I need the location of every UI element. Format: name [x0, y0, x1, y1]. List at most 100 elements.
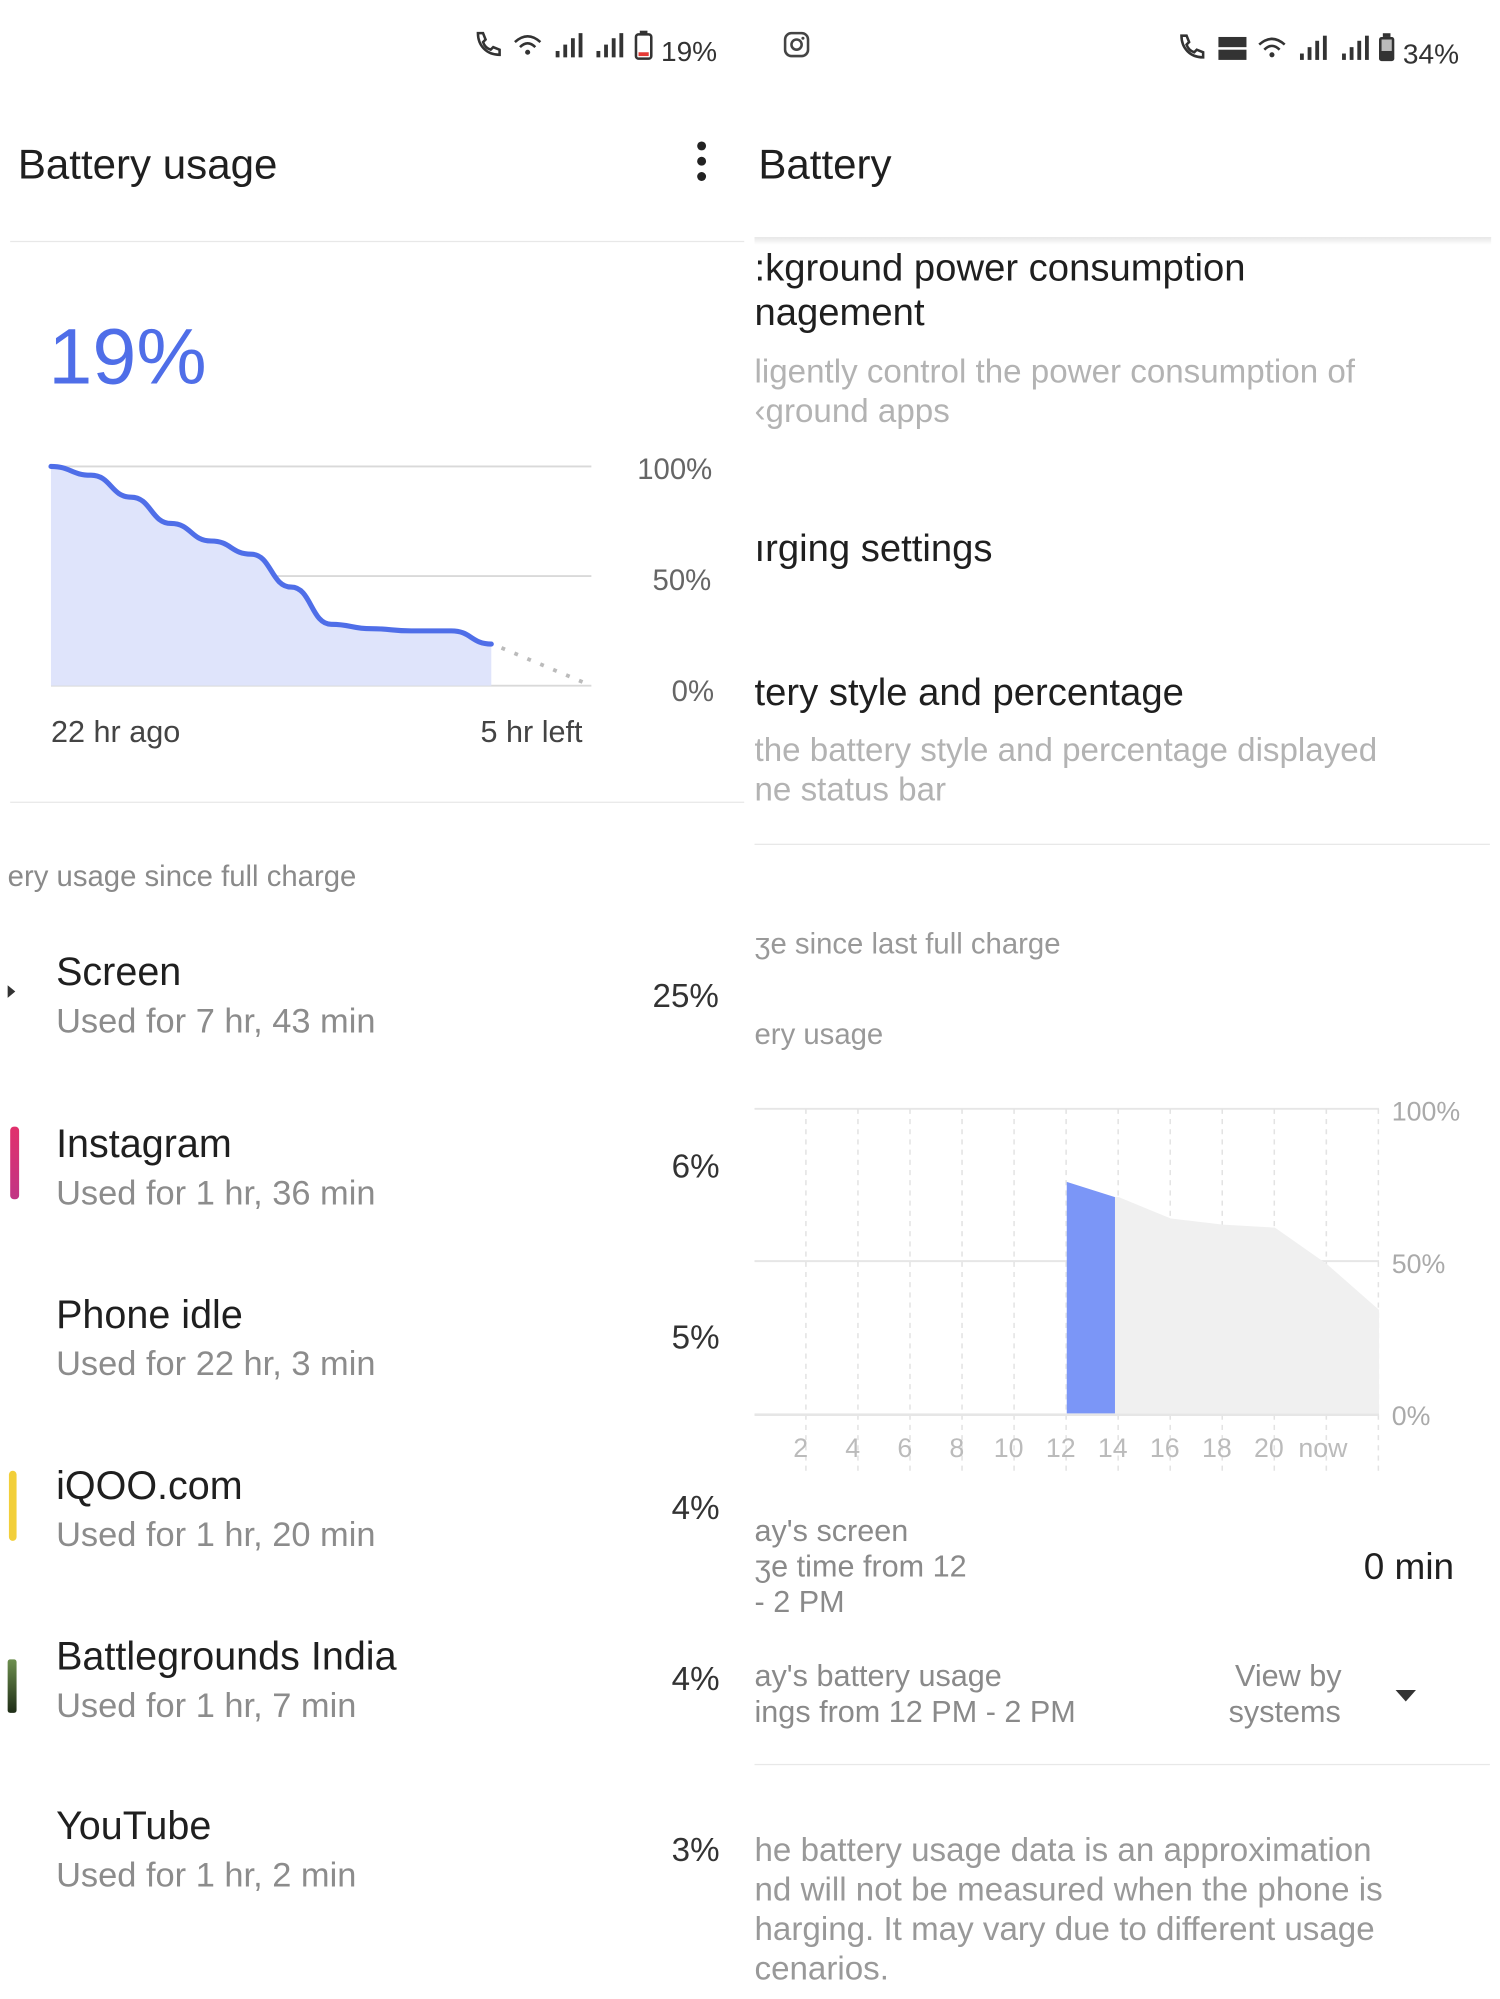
battery-settings-panel: 34% Battery :kground power consumption n… [754, 0, 1500, 1999]
app-usage: Used for 22 hr, 3 min [56, 1344, 376, 1383]
app-percent: 5% [671, 1317, 720, 1357]
screen-time-value: 0 min [1363, 1547, 1455, 1589]
footer-divider [754, 1763, 1490, 1766]
list-item[interactable]: iQOO.com Used for 1 hr, 20 min 4% [0, 1463, 744, 1565]
instagram-notification-icon [783, 31, 811, 65]
signal-icon-2 [1336, 33, 1369, 71]
disclaimer-text: he battery usage data is an approximatio… [755, 1830, 1383, 1988]
app-percent: 4% [671, 1659, 720, 1698]
dropdown-arrow-icon [1395, 1689, 1416, 1702]
battery-style-setting[interactable]: tery style and percentage the battery st… [755, 656, 1500, 822]
page-title: Battery [758, 140, 892, 188]
battery-usage-label: ay's battery usage [754, 1659, 1002, 1694]
projected-usage-area [1114, 1197, 1380, 1414]
x-tick-label: 2 [793, 1433, 809, 1464]
x-tick-label: 16 [1149, 1433, 1180, 1464]
disclaimer-line: cenarios. [754, 1948, 889, 1987]
setting-title: tery style and percentage [754, 671, 1184, 714]
app-usage: Used for 1 hr, 2 min [56, 1855, 357, 1894]
bgmi-icon [7, 1659, 17, 1713]
app-percent: 6% [671, 1147, 720, 1186]
settings-divider [754, 843, 1490, 845]
charging-settings[interactable]: ırging settings [755, 510, 1500, 586]
app-usage: Used for 1 hr, 20 min [56, 1515, 376, 1554]
iqoo-icon [8, 1470, 17, 1541]
x-tick-label: now [1298, 1433, 1348, 1464]
app-percent: 25% [652, 976, 719, 1015]
list-item[interactable]: Phone idle Used for 22 hr, 3 min 5% [0, 1292, 744, 1394]
list-item[interactable]: YouTube Used for 1 hr, 2 min 3% [0, 1803, 744, 1905]
setting-title: ırging settings [754, 527, 993, 570]
disclaimer-line: he battery usage data is an approximatio… [754, 1830, 1372, 1869]
setting-desc-2: ne status bar [754, 769, 947, 809]
app-name: Screen [56, 949, 182, 995]
disclaimer-line: harging. It may vary due to different us… [754, 1909, 1375, 1948]
setting-title-2: nagement [754, 291, 925, 334]
y-tick-100: 100% [637, 452, 713, 486]
app-name: YouTube [56, 1803, 212, 1849]
battery-level-chart [48, 463, 593, 688]
battery-usage-panel: 19% Battery usage 19% 100% 50% 0% 22 hr … [0, 0, 745, 1999]
battery-projection-line [500, 646, 593, 688]
setting-desc: ligently control the power consumption o… [754, 351, 1355, 390]
call-icon [472, 28, 505, 69]
battery-usage-chart [754, 1107, 1380, 1473]
header-divider [10, 240, 745, 243]
x-tick-label: 10 [993, 1433, 1024, 1464]
app-name: Phone idle [56, 1292, 243, 1337]
status-bar: 34% [1175, 31, 1459, 72]
since-label: ʒe since last full charge [754, 926, 1061, 960]
y-tick-50: 50% [1391, 1250, 1446, 1280]
y-tick-0: 0% [1391, 1401, 1431, 1432]
app-name: Battlegrounds India [56, 1633, 397, 1679]
x-end-label: 5 hr left [480, 714, 583, 750]
status-bar: 19% [472, 28, 718, 69]
status-battery-text: 19% [660, 35, 718, 68]
signal-icon-2 [592, 31, 625, 69]
app-name: iQOO.com [56, 1463, 243, 1508]
app-name: Instagram [56, 1121, 232, 1167]
signal-icon [551, 31, 584, 69]
header-shadow [754, 237, 1492, 245]
battery-level-text: 19% [48, 313, 207, 402]
list-item[interactable]: Instagram Used for 1 hr, 36 min 6% [0, 1122, 744, 1224]
y-tick-100: 100% [1391, 1097, 1461, 1127]
app-percent: 3% [671, 1830, 720, 1869]
status-battery-text: 34% [1402, 38, 1460, 71]
x-tick-label: 6 [897, 1433, 913, 1464]
view-by-label: View by [1234, 1659, 1342, 1694]
page-title: Battery usage [17, 140, 278, 188]
x-tick-label: 12 [1045, 1433, 1076, 1464]
x-tick-label: 14 [1097, 1433, 1128, 1464]
view-by-dropdown[interactable]: View by systems [1226, 1659, 1481, 1741]
screen-time-label-3: - 2 PM [754, 1585, 845, 1620]
instagram-icon [10, 1126, 20, 1200]
view-by-value: systems [1228, 1695, 1341, 1730]
app-percent: 4% [671, 1488, 720, 1527]
signal-icon [1295, 33, 1328, 71]
y-tick-50: 50% [652, 563, 712, 597]
battery-usage-label-2: ings from 12 PM - 2 PM [754, 1695, 1076, 1730]
setting-desc-2: ‹ground apps [754, 391, 950, 430]
x-tick-label: 8 [949, 1433, 965, 1464]
list-item[interactable]: Screen Used for 7 hr, 43 min 25% [0, 950, 744, 1052]
usage-label: ery usage [754, 1017, 884, 1051]
app-usage: Used for 1 hr, 36 min [56, 1173, 376, 1213]
y-tick-0: 0% [671, 674, 715, 708]
battery-icon [1377, 33, 1395, 71]
x-tick-label: 4 [845, 1433, 861, 1464]
app-usage: Used for 1 hr, 7 min [56, 1686, 357, 1725]
call-icon [1175, 31, 1208, 72]
highlight-bar [1066, 1181, 1115, 1414]
background-power-setting[interactable]: :kground power consumption nagement lige… [755, 245, 1500, 436]
battery-icon [633, 30, 653, 69]
setting-desc: the battery style and percentage display… [754, 730, 1378, 769]
screen-time-label: ay's screen [754, 1514, 909, 1549]
x-tick-label: 18 [1201, 1433, 1232, 1464]
list-item[interactable]: Battlegrounds India Used for 1 hr, 7 min… [0, 1634, 744, 1736]
section-label: ery usage since full charge [7, 859, 357, 893]
wifi-icon [513, 31, 544, 69]
more-options-icon[interactable] [697, 141, 707, 182]
x-start-label: 22 hr ago [50, 714, 181, 750]
volte-icon [1216, 33, 1249, 71]
